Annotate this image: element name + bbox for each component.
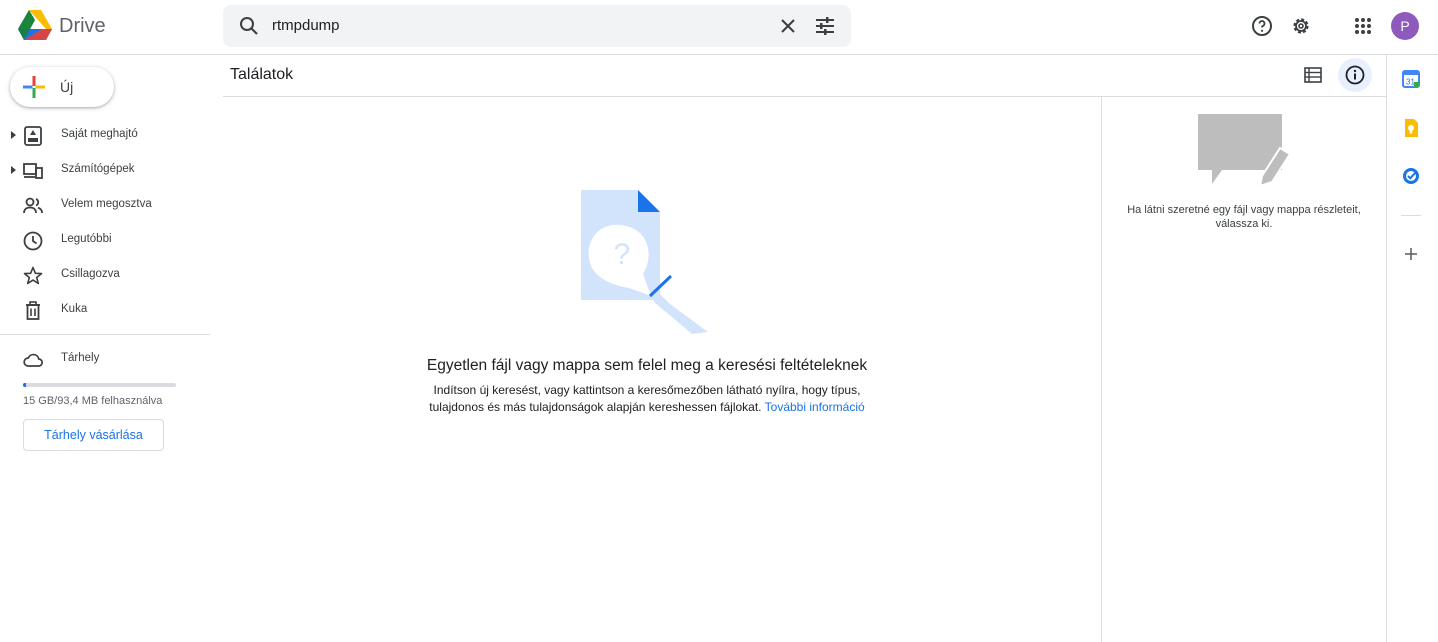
nav-label: Csillagozva: [61, 268, 120, 280]
keep-app-icon[interactable]: [1401, 118, 1421, 138]
calendar-day-text: 31: [1406, 78, 1415, 87]
nav-item-shared[interactable]: Velem megosztva: [0, 188, 210, 222]
calendar-app-icon[interactable]: 31: [1401, 69, 1421, 89]
search-bar[interactable]: rtmpdump: [223, 5, 851, 47]
recent-clock-icon: [23, 231, 43, 251]
empty-state-title: Egyetlen fájl vagy mappa sem felel meg a…: [426, 357, 868, 374]
page-title: Találatok: [230, 66, 294, 83]
top-bar: Drive rtmpdump P: [0, 0, 1438, 55]
expand-caret-icon[interactable]: [9, 164, 17, 176]
star-icon: [23, 266, 43, 285]
search-input[interactable]: rtmpdump: [272, 17, 340, 34]
drive-logo-icon[interactable]: [18, 10, 52, 40]
main-header-divider: [223, 96, 1386, 97]
buy-storage-button[interactable]: Tárhely vásárlása: [23, 419, 164, 451]
trash-icon: [26, 301, 40, 320]
apps-grid-icon[interactable]: [1351, 14, 1375, 38]
storage-usage-fill: [23, 383, 27, 387]
list-view-button[interactable]: [1296, 58, 1330, 92]
storage-usage-bar: [23, 383, 176, 387]
nav-item-my-drive[interactable]: Saját meghajtó: [0, 118, 210, 152]
search-icon[interactable]: [237, 14, 261, 38]
list-view-icon: [1304, 67, 1322, 83]
no-results-illustration-icon: ?: [581, 190, 708, 334]
cloud-icon: [23, 353, 43, 367]
settings-gear-icon[interactable]: [1289, 14, 1313, 38]
nav-item-storage[interactable]: Tárhely: [0, 342, 210, 376]
learn-more-link[interactable]: További információ: [765, 400, 865, 414]
new-button[interactable]: Új: [10, 67, 114, 107]
rail-divider: [1401, 215, 1421, 216]
details-toggle-button[interactable]: [1338, 58, 1372, 92]
nav-label: Kuka: [61, 303, 88, 315]
nav-item-recent[interactable]: Legutóbbi: [0, 223, 210, 257]
shared-icon: [23, 197, 43, 214]
account-avatar[interactable]: P: [1391, 12, 1419, 40]
nav-label: Velem megosztva: [61, 198, 152, 210]
expand-caret-icon[interactable]: [9, 129, 17, 141]
nav-item-computers[interactable]: Számítógépek: [0, 153, 210, 187]
details-panel-divider: [1101, 97, 1102, 642]
tasks-app-icon[interactable]: [1401, 166, 1421, 186]
details-hint-text: Ha látni szeretné egy fájl vagy mappa ré…: [1127, 204, 1361, 230]
plus-icon: [23, 76, 45, 98]
my-drive-icon: [24, 126, 42, 146]
computers-icon: [23, 163, 43, 179]
nav-item-starred[interactable]: Csillagozva: [0, 258, 210, 292]
help-icon[interactable]: [1250, 14, 1274, 38]
empty-state-description: Indítson új keresést, vagy kattintson a …: [410, 382, 884, 416]
nav-label: Tárhely: [61, 352, 100, 364]
nav-label: Saját meghajtó: [61, 128, 138, 140]
add-addon-plus-icon[interactable]: [1401, 244, 1421, 264]
clear-search-icon[interactable]: [776, 14, 800, 38]
info-icon: [1345, 65, 1365, 85]
new-button-label: Új: [60, 79, 74, 95]
nav-label: Számítógépek: [61, 163, 135, 175]
details-placeholder-illustration-icon: [1198, 114, 1292, 188]
nav-divider: [0, 334, 210, 335]
storage-usage-text: 15 GB/93,4 MB felhasználva: [23, 395, 163, 407]
search-options-icon[interactable]: [813, 14, 837, 38]
svg-text:?: ?: [614, 238, 631, 271]
nav-item-trash[interactable]: Kuka: [0, 293, 210, 327]
side-panel-rail: [1386, 55, 1438, 642]
brand-name[interactable]: Drive: [59, 15, 106, 38]
nav-label: Legutóbbi: [61, 233, 112, 245]
